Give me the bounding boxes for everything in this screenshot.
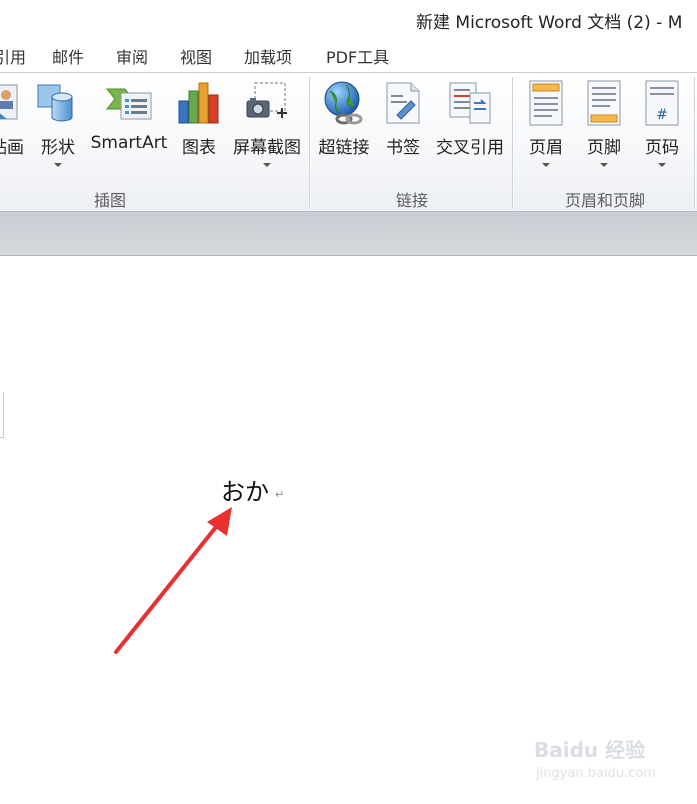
footer-button[interactable]: 页脚 — [580, 77, 628, 179]
tab-references[interactable]: 引用 — [0, 44, 26, 68]
tab-view[interactable]: 视图 — [180, 44, 212, 68]
screenshot-label: 屏幕截图 — [233, 138, 301, 158]
chevron-down-icon[interactable] — [54, 163, 62, 167]
smartart-label: SmartArt — [90, 133, 168, 153]
tab-mailings[interactable]: 邮件 — [52, 44, 84, 68]
svg-text:#: # — [656, 107, 668, 123]
screenshot-icon — [246, 82, 287, 118]
chart-label: 图表 — [182, 138, 216, 158]
paragraph-mark: ↵ — [275, 488, 285, 501]
group-separator — [694, 77, 695, 209]
clip-art-button[interactable]: 贴画 — [0, 77, 30, 179]
clip-art-label: 贴画 — [0, 138, 24, 158]
chevron-down-icon[interactable] — [600, 163, 608, 167]
chart-icon — [178, 82, 219, 124]
baidu-watermark: Baidu 经验 jingyan.baidu.com — [534, 734, 684, 794]
title-bar: 新建 Microsoft Word 文档 (2) - M — [0, 0, 697, 36]
bookmark-label: 书签 — [386, 138, 420, 158]
cross-reference-button[interactable]: 交叉引用 — [432, 77, 508, 179]
shapes-label: 形状 — [41, 138, 75, 158]
cross-reference-icon — [449, 82, 491, 124]
hyperlink-label: 超链接 — [318, 138, 370, 158]
tab-pdf-tools[interactable]: PDF工具 — [326, 44, 389, 68]
header-button[interactable]: 页眉 — [522, 77, 570, 179]
document-text[interactable]: おか — [221, 472, 269, 507]
footer-icon — [587, 80, 621, 126]
chart-button[interactable]: 图表 — [176, 77, 222, 179]
smartart-button[interactable]: SmartArt — [88, 77, 170, 179]
shapes-button[interactable]: 形状 — [34, 77, 82, 179]
chevron-down-icon[interactable] — [658, 163, 666, 167]
bookmark-icon — [386, 82, 420, 124]
shapes-icon — [37, 84, 73, 122]
header-icon — [529, 80, 563, 126]
group-separator — [512, 77, 513, 209]
group-label-links: 链接 — [395, 191, 428, 210]
ribbon: 贴画 形状 SmartArt 图表 — [0, 72, 697, 212]
group-label-illustrations: 插图 — [93, 191, 126, 210]
hyperlink-button[interactable]: 超链接 — [314, 77, 374, 179]
group-label-header-footer: 页眉和页脚 — [564, 191, 645, 210]
tab-review[interactable]: 审阅 — [116, 44, 148, 68]
ruler-area — [0, 212, 697, 256]
watermark-url: jingyan.baidu.com — [536, 766, 656, 781]
ribbon-tabs: 引用 邮件 审阅 视图 加载项 PDF工具 — [0, 36, 697, 72]
smartart-icon — [105, 88, 152, 120]
chevron-down-icon[interactable] — [263, 163, 271, 167]
hyperlink-icon — [324, 81, 363, 125]
header-label: 页眉 — [529, 138, 563, 158]
group-separator — [309, 77, 310, 209]
chevron-down-icon[interactable] — [542, 163, 550, 167]
screenshot-button[interactable]: 屏幕截图 — [228, 77, 306, 179]
page-number-icon: # — [645, 80, 679, 126]
window-title: 新建 Microsoft Word 文档 (2) - M — [416, 13, 683, 33]
cross-reference-label: 交叉引用 — [436, 138, 504, 158]
page-number-label: 页码 — [645, 138, 679, 158]
clip-art-icon — [0, 84, 18, 120]
tab-add-ins[interactable]: 加载项 — [244, 44, 292, 68]
page-number-button[interactable]: # 页码 — [638, 77, 686, 179]
margin-corner-mark — [0, 392, 4, 438]
watermark-text: Baidu 经验 — [534, 738, 646, 762]
document-page[interactable]: おか ↵ — [0, 256, 697, 804]
footer-label: 页脚 — [587, 138, 621, 158]
bookmark-button[interactable]: 书签 — [380, 77, 426, 179]
